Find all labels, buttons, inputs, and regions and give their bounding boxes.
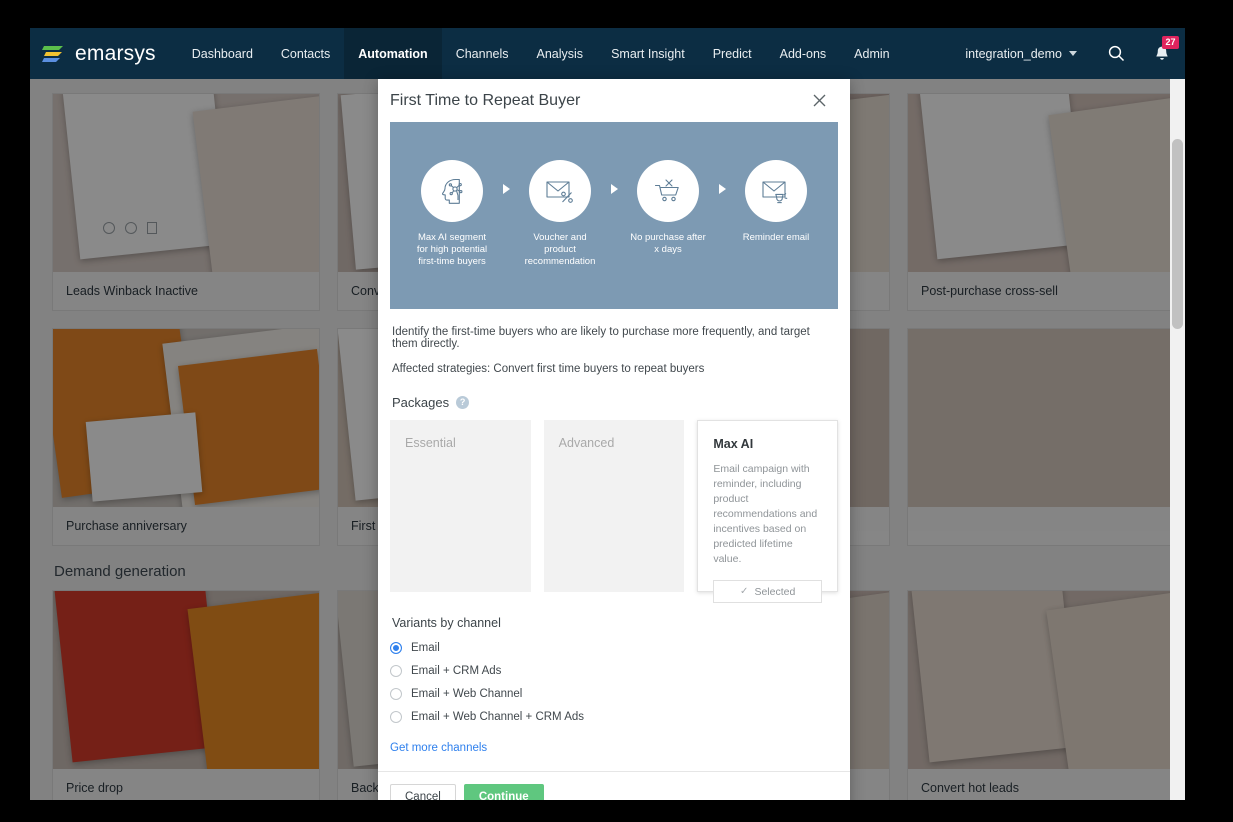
variant-label: Email + Web Channel + CRM Ads [411,711,585,723]
variant-label: Email + Web Channel [411,688,523,700]
notifications-button[interactable]: 27 [1139,28,1185,79]
package-card-advanced[interactable]: Advanced [543,420,685,592]
program-description: Identify the first-time buyers who are l… [392,326,810,350]
modal-body: Max AI segment for high potential first-… [378,122,850,771]
cancel-button[interactable]: Cancel [390,784,456,800]
variant-option-email-web-channel[interactable]: Email + Web Channel [390,688,838,700]
brand-logo-area[interactable]: emarsys [30,28,178,79]
search-button[interactable] [1093,28,1139,79]
envelope-bell-icon [762,181,788,204]
nav-right-area: integration_demo 27 [949,28,1185,79]
variants-heading: Variants by channel [392,616,501,630]
scrollbar-thumb[interactable] [1172,139,1183,329]
flow-arrow-icon [711,160,733,194]
radio-button[interactable] [390,665,402,677]
package-description: Email campaign with reminder, including … [713,463,818,565]
nav-item-smart-insight[interactable]: Smart Insight [597,28,699,79]
flow-step-4: Reminder email [733,160,819,244]
nav-item-predict[interactable]: Predict [699,28,766,79]
nav-item-dashboard[interactable]: Dashboard [178,28,267,79]
nav-item-admin[interactable]: Admin [840,28,903,79]
search-icon [1108,45,1124,62]
nav-label: Channels [455,46,509,61]
variants-radio-group: Email Email + CRM Ads Email + Web Channe… [390,642,838,723]
flow-arrow-icon [603,160,625,194]
app-page: emarsys Dashboard Contacts Automation Ch… [30,28,1185,800]
nav-label: Predict [712,46,752,61]
radio-button[interactable] [390,642,402,654]
flow-step-2: Voucher and product recommendation [517,160,603,268]
nav-item-add-ons[interactable]: Add-ons [766,28,841,79]
packages-heading: Packages [392,395,450,410]
flow-step-label: Reminder email [742,232,810,243]
affected-strategies: Affected strategies: Convert first time … [392,363,705,375]
package-name: Advanced [558,436,615,450]
flow-step-circle [637,160,699,222]
packages-heading-row: Packages ? [392,395,838,410]
flow-step-circle [529,160,591,222]
nav-item-automation[interactable]: Automation [344,28,442,88]
nav-item-channels[interactable]: Channels [442,28,523,79]
nav-label: Add-ons [779,46,827,61]
nav-label: Admin [854,46,890,61]
packages-list: Essential Advanced Max AI Email campaign… [390,420,839,603]
nav-label: Dashboard [191,46,253,61]
ai-brain-head-icon [442,178,463,204]
flow-step-3: No purchase after x days [625,160,711,256]
close-icon[interactable] [808,90,830,112]
flow-step-circle [421,160,483,222]
notification-badge: 27 [1162,36,1179,49]
flow-step-label: No purchase after x days [630,232,706,255]
flow-step-label: Max AI segment for high potential first-… [416,232,488,267]
package-card-essential[interactable]: Essential [390,420,531,592]
account-name: integration_demo [965,46,1062,61]
chevron-down-icon [1069,51,1077,56]
nav-items: Dashboard Contacts Automation Channels A… [178,28,904,88]
envelope-percent-icon [546,181,573,203]
variant-label: Email [411,642,440,654]
account-menu[interactable]: integration_demo [949,47,1093,61]
check-icon: ✓ [740,586,749,597]
package-name: Essential [405,436,456,450]
brand-name: emarsys [75,41,156,65]
program-flow-banner: Max AI segment for high potential first-… [390,122,838,309]
flow-step-1: Max AI segment for high potential first-… [409,160,495,268]
page-scrollbar[interactable] [1170,79,1185,800]
nav-label: Automation [358,46,428,61]
help-circle-icon[interactable]: ? [456,396,470,409]
package-name: Max AI [713,437,754,451]
flow-step-circle [745,160,807,222]
variant-label: Email + CRM Ads [411,665,502,677]
variant-option-email-web-channel-crm-ads[interactable]: Email + Web Channel + CRM Ads [390,711,838,723]
get-more-channels-link[interactable]: Get more channels [390,742,487,754]
modal-header: First Time to Repeat Buyer [378,79,850,122]
nav-label: Contacts [280,46,331,61]
modal-title: First Time to Repeat Buyer [390,91,581,109]
radio-button[interactable] [390,688,402,700]
program-detail-modal: First Time to Repeat Buyer Max AI segmen… [378,79,850,800]
top-navigation: emarsys Dashboard Contacts Automation Ch… [30,28,1185,88]
nav-item-contacts[interactable]: Contacts [267,28,344,79]
variant-option-email[interactable]: Email [390,642,838,654]
flow-arrow-icon [495,160,517,194]
variant-option-email-crm-ads[interactable]: Email + CRM Ads [390,665,838,677]
flow-step-label: Voucher and product recommendation [524,232,596,267]
radio-button[interactable] [390,711,402,723]
nav-label: Smart Insight [611,46,685,61]
nav-item-analysis[interactable]: Analysis [523,28,598,79]
close-x-icon [813,94,825,107]
package-card-max-ai[interactable]: Max AI Email campaign with reminder, inc… [697,420,839,603]
continue-button[interactable]: Continue [463,784,544,800]
emarsys-logo-icon [42,45,63,62]
nav-label: Analysis [536,46,584,61]
modal-footer: Cancel Continue [378,771,850,800]
cart-no-purchase-icon [654,179,679,202]
package-selected-button[interactable]: ✓ Selected [713,580,823,603]
package-selected-label: Selected [754,585,796,598]
